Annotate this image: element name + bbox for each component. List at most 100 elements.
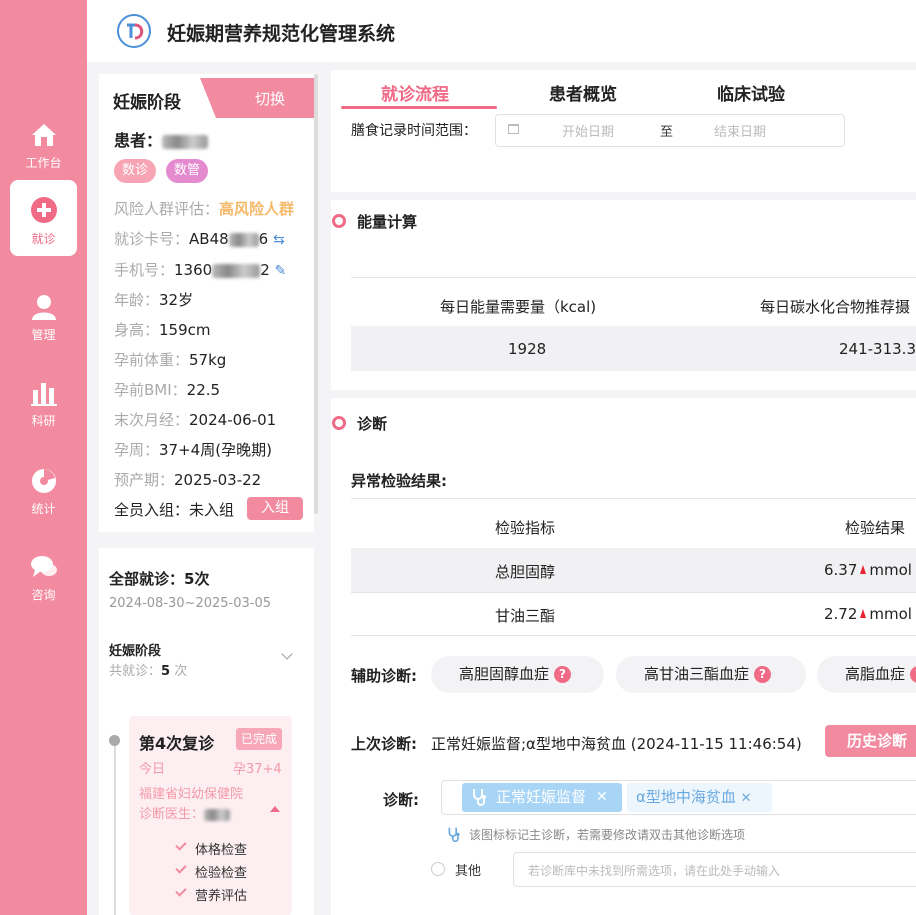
switch-label: 切换: [255, 90, 286, 108]
timeline-dot: [109, 735, 120, 746]
section-dot-icon: [332, 416, 346, 430]
tab-patient-overview[interactable]: 患者概览: [549, 80, 617, 105]
edit-icon[interactable]: ✎: [275, 263, 287, 279]
visit-ga: 孕37+4: [233, 762, 282, 777]
nav-item-consult[interactable]: 咨询: [10, 536, 77, 612]
nav-label: 就诊: [31, 232, 56, 246]
aux-chip[interactable]: 高脂血症?: [817, 656, 916, 693]
lmp-row: 末次月经：2024-06-01: [114, 411, 277, 429]
nav-item-stats[interactable]: 统计: [10, 450, 77, 526]
redacted-card: [228, 232, 259, 247]
chat-icon: [30, 556, 57, 577]
lab-result: 6.37 mmol: [824, 561, 912, 579]
tab-underline: [341, 106, 497, 109]
swap-icon[interactable]: ⇆: [273, 232, 285, 248]
nav-label: 工作台: [25, 156, 62, 170]
card-number-row: 就诊卡号：AB48 6 ⇆: [114, 230, 285, 248]
enroll-row: 全员入组：未入组: [114, 501, 235, 519]
other-placeholder: 若诊断库中未找到所需选项，请在此处手动输入: [528, 864, 781, 878]
bmi-row: 孕前BMI：22.5: [114, 381, 221, 399]
stethoscope-icon: [473, 789, 486, 806]
bar-chart-icon: [30, 383, 57, 406]
collapse-icon[interactable]: [270, 806, 280, 812]
aux-chip[interactable]: 高甘油三酯血症?: [616, 656, 806, 693]
visit-date: 今日: [139, 762, 166, 777]
user-icon: [31, 295, 56, 320]
lab-result: 2.72 mmol: [824, 605, 912, 623]
visits-count: 共就诊：5 次: [109, 664, 188, 679]
divider: [351, 592, 916, 593]
nav-label: 咨询: [31, 588, 56, 602]
home-icon: [31, 124, 56, 146]
close-icon[interactable]: ✕: [741, 791, 752, 806]
visit-hospital: 福建省妇幼保健院: [139, 787, 244, 802]
table-row: [351, 326, 916, 371]
aux-diagnosis-label: 辅助诊断:: [351, 667, 417, 685]
diagnosis-label: 诊断:: [383, 791, 419, 809]
nav-item-research[interactable]: 科研: [10, 362, 77, 438]
start-date-placeholder[interactable]: 开始日期: [562, 121, 614, 140]
history-diagnosis-button[interactable]: 历史诊断: [825, 725, 916, 757]
diagnosis-hint: 该图标标记主诊断，若需要修改请双击其他诊断选项: [469, 828, 746, 842]
diagnosis-tag[interactable]: α型地中海贫血 ✕: [627, 783, 772, 812]
weight-row: 孕前体重：57kg: [114, 351, 227, 369]
close-icon[interactable]: ✕: [596, 783, 608, 812]
nav-label: 科研: [31, 414, 56, 428]
arrow-up-icon: [860, 609, 867, 618]
other-radio[interactable]: [431, 862, 445, 876]
redacted-phone: [212, 263, 261, 278]
arrow-up-icon: [860, 565, 867, 574]
scrollbar[interactable]: [314, 74, 318, 514]
risk-row: 风险人群评估：高风险人群: [114, 200, 295, 218]
visits-stage[interactable]: 妊娠阶段: [109, 640, 161, 659]
join-button[interactable]: 入组: [247, 497, 303, 520]
diet-range-label: 膳食记录时间范围：: [351, 123, 477, 139]
nav-item-visit[interactable]: 就诊: [10, 180, 77, 256]
carb-header: 每日碳水化合物推荐摄: [760, 298, 911, 316]
edd-row: 预产期：2025-03-22: [114, 471, 262, 489]
tab-visit-flow[interactable]: 就诊流程: [381, 80, 449, 105]
last-diagnosis-label: 上次诊断:: [351, 735, 417, 753]
visits-title: 全部就诊：5次: [109, 570, 210, 588]
last-diagnosis-value: 正常妊娠监督;α型地中海贫血 (2024-11-15 11:46:54): [431, 735, 802, 753]
main-diagnosis-tag[interactable]: 正常妊娠监督 ✕: [462, 783, 622, 812]
nav-item-workbench[interactable]: 工作台: [10, 104, 77, 180]
date-range-picker[interactable]: 开始日期 至 结束日期: [495, 114, 845, 147]
nav-item-manage[interactable]: 管理: [10, 276, 77, 352]
help-icon[interactable]: ?: [754, 666, 772, 683]
other-label: 其他: [455, 864, 482, 879]
lab-header-name: 检验指标: [495, 519, 556, 537]
diagnosis-title: 诊断: [357, 415, 388, 433]
help-icon[interactable]: ?: [910, 666, 916, 683]
calendar-icon: [508, 124, 519, 134]
tab-clinical-trial[interactable]: 临床试验: [717, 80, 785, 105]
height-row: 身高：159cm: [114, 321, 211, 339]
visits-range: 2024-08-30~2025-03-05: [109, 596, 271, 611]
other-diagnosis-input[interactable]: 若诊断库中未找到所需选项，请在此处手动输入: [513, 852, 916, 887]
redacted-doctor: [204, 808, 231, 821]
check-item[interactable]: 检验检查: [195, 862, 247, 881]
date-separator: 至: [660, 125, 674, 140]
visit-doctor: 诊断医生：: [139, 803, 231, 822]
nav-label: 统计: [31, 502, 56, 516]
energy-title: 能量计算: [357, 213, 418, 231]
pie-chart-icon: [31, 469, 56, 493]
check-item[interactable]: 体格检查: [195, 839, 247, 858]
energy-value: 1928: [508, 340, 547, 358]
app-logo: [117, 14, 151, 48]
divider: [351, 277, 916, 278]
timeline-line: [114, 740, 116, 915]
age-row: 年龄：32岁: [114, 291, 194, 309]
carb-value: 241-313.3: [839, 340, 916, 358]
plus-circle-icon: [30, 197, 57, 223]
switch-button[interactable]: 切换: [200, 78, 314, 118]
aux-chip[interactable]: 高胆固醇血症?: [431, 656, 604, 693]
section-dot-icon: [332, 214, 346, 228]
energy-header: 每日能量需要量（kcal): [440, 298, 597, 316]
end-date-placeholder[interactable]: 结束日期: [714, 121, 766, 140]
gestational-age-row: 孕周：37+4周(孕晚期): [114, 441, 272, 459]
left-nav: 工作台 就诊 管理 科研 统计 咨询: [0, 0, 87, 915]
help-icon[interactable]: ?: [554, 666, 572, 683]
divider: [351, 635, 916, 636]
check-item[interactable]: 营养评估: [195, 885, 247, 904]
